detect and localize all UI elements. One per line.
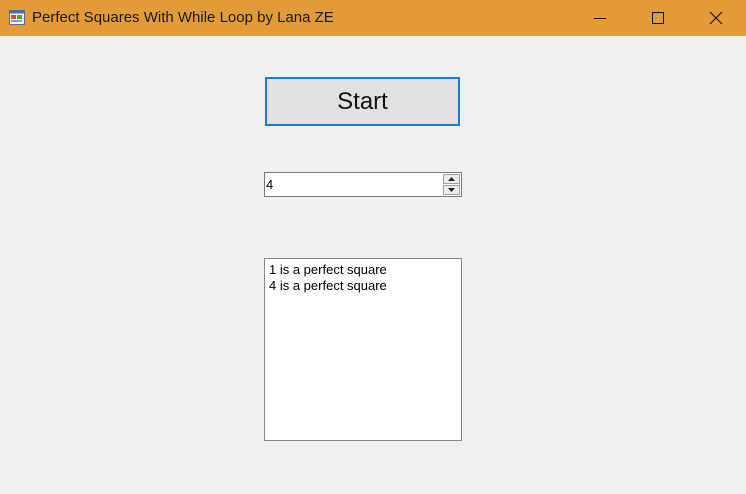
minimize-icon (594, 18, 606, 19)
list-item[interactable]: 4 is a perfect square (269, 278, 457, 294)
spin-up-button[interactable] (443, 174, 460, 184)
number-input[interactable] (266, 175, 436, 194)
list-item[interactable]: 1 is a perfect square (269, 262, 457, 278)
maximize-icon (652, 12, 664, 24)
title-bar[interactable]: Perfect Squares With While Loop by Lana … (0, 0, 746, 36)
maximize-button[interactable] (630, 0, 688, 36)
close-button[interactable] (688, 0, 746, 36)
results-listbox[interactable]: 1 is a perfect square 4 is a perfect squ… (264, 258, 462, 441)
windows-form-icon[interactable] (9, 10, 25, 25)
minimize-button[interactable] (572, 0, 630, 36)
window-title: Perfect Squares With While Loop by Lana … (32, 9, 334, 26)
arrow-up-icon (448, 177, 455, 181)
start-button[interactable]: Start (265, 77, 460, 126)
close-icon (709, 11, 723, 25)
number-stepper[interactable] (264, 172, 462, 197)
spin-down-button[interactable] (443, 185, 460, 195)
arrow-down-icon (448, 188, 455, 192)
